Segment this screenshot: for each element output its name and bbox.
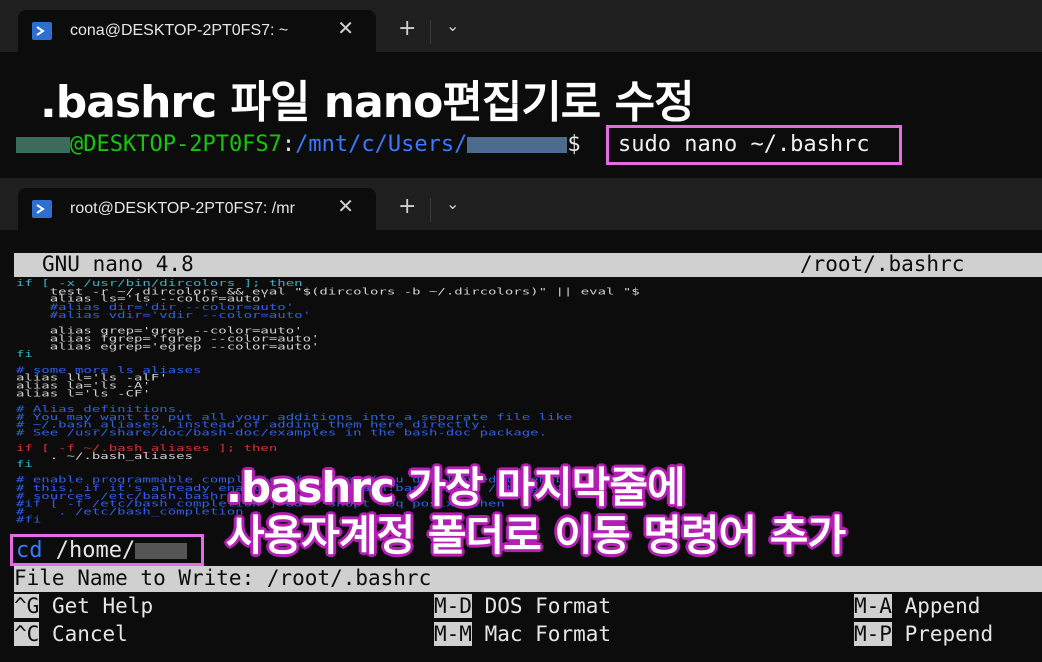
close-icon[interactable]: ✕ xyxy=(337,16,354,40)
shell-prompt: @DESKTOP-2PT0FS7:/mnt/c/Users/ $ xyxy=(16,132,581,157)
code-line: #alias vdir='vdir --color=auto' xyxy=(16,310,312,321)
close-icon[interactable]: ✕ xyxy=(337,194,354,218)
filename-prompt-bar[interactable]: File Name to Write: /root/.bashrc xyxy=(14,566,1042,592)
caption-bottom-line2: 사용자계정 폴더로 이동 명령어 추가 xyxy=(226,511,846,560)
shortcut-key: ^G xyxy=(14,594,40,618)
prompt-user-host: @DESKTOP-2PT0FS7 xyxy=(70,132,282,157)
shortcut-key: M-P xyxy=(854,622,892,646)
shortcut-item: M-M Mac Format xyxy=(434,622,611,646)
shortcut-item: ^C Cancel xyxy=(14,622,128,646)
prompt-dollar: $ xyxy=(567,132,581,157)
tab-title: root@DESKTOP-2PT0FS7: /mr xyxy=(70,200,295,217)
code-line: alias l='ls -CF' xyxy=(16,388,151,399)
code-line: fi xyxy=(16,349,33,360)
divider xyxy=(430,20,431,44)
tab-cona[interactable]: cona@DESKTOP-2PT0FS7: ~ ✕ xyxy=(18,10,376,52)
shortcut-key: M-M xyxy=(434,622,472,646)
nano-version: GNU nano 4.8 xyxy=(42,252,194,276)
shortcut-item: ^G Get Help xyxy=(14,594,153,618)
shortcut-label: Cancel xyxy=(39,622,128,646)
new-tab-button[interactable]: + xyxy=(398,16,416,41)
tab-root[interactable]: root@DESKTOP-2PT0FS7: /mr ✕ xyxy=(18,188,376,230)
shortcut-item: M-A Append xyxy=(854,594,980,618)
cd-path: /home/ xyxy=(55,538,136,563)
powershell-icon xyxy=(32,22,52,40)
code-line: # See /usr/share/doc/bash-doc/examples i… xyxy=(16,428,548,439)
new-tab-button[interactable]: + xyxy=(398,194,416,219)
powershell-icon xyxy=(32,200,52,218)
filename-prompt: File Name to Write: /root/.bashrc xyxy=(14,566,432,590)
shortcut-key: M-D xyxy=(434,594,472,618)
cd-command-line: cd /home/ xyxy=(16,538,188,563)
shortcut-label: Mac Format xyxy=(471,622,612,646)
shortcut-key: ^C xyxy=(14,622,40,646)
divider xyxy=(430,198,431,222)
chevron-down-icon[interactable]: ⌄ xyxy=(446,16,459,35)
shortcut-label: Prepend xyxy=(891,622,994,646)
tab-bar-2: root@DESKTOP-2PT0FS7: /mr ✕ + ⌄ xyxy=(0,178,1042,230)
shortcut-item: M-P Prepend xyxy=(854,622,993,646)
shortcut-key: M-A xyxy=(854,594,892,618)
typed-command: sudo nano ~/.bashrc xyxy=(618,132,870,157)
tab-bar: cona@DESKTOP-2PT0FS7: ~ ✕ + ⌄ xyxy=(0,0,1042,52)
prompt-path: /mnt/c/Users/ xyxy=(295,132,468,157)
caption-top: .bashrc 파일 nano편집기로 수정 xyxy=(40,77,695,128)
shortcut-item: M-D DOS Format xyxy=(434,594,611,618)
tab-title: cona@DESKTOP-2PT0FS7: ~ xyxy=(70,22,289,39)
cd-keyword: cd xyxy=(16,538,43,563)
redacted-username xyxy=(16,137,70,153)
shortcut-label: Append xyxy=(891,594,981,618)
nano-title-bar: GNU nano 4.8 /root/.bashrc xyxy=(14,252,1042,277)
shortcut-label: DOS Format xyxy=(471,594,612,618)
code-line: alias egrep='egrep --color=auto' xyxy=(16,341,320,352)
shortcut-label: Get Help xyxy=(39,594,154,618)
redacted-folder xyxy=(467,137,568,153)
prompt-colon: : xyxy=(281,132,296,157)
chevron-down-icon[interactable]: ⌄ xyxy=(446,194,459,213)
redacted-home xyxy=(135,543,188,559)
nano-filename: /root/.bashrc xyxy=(800,252,965,276)
